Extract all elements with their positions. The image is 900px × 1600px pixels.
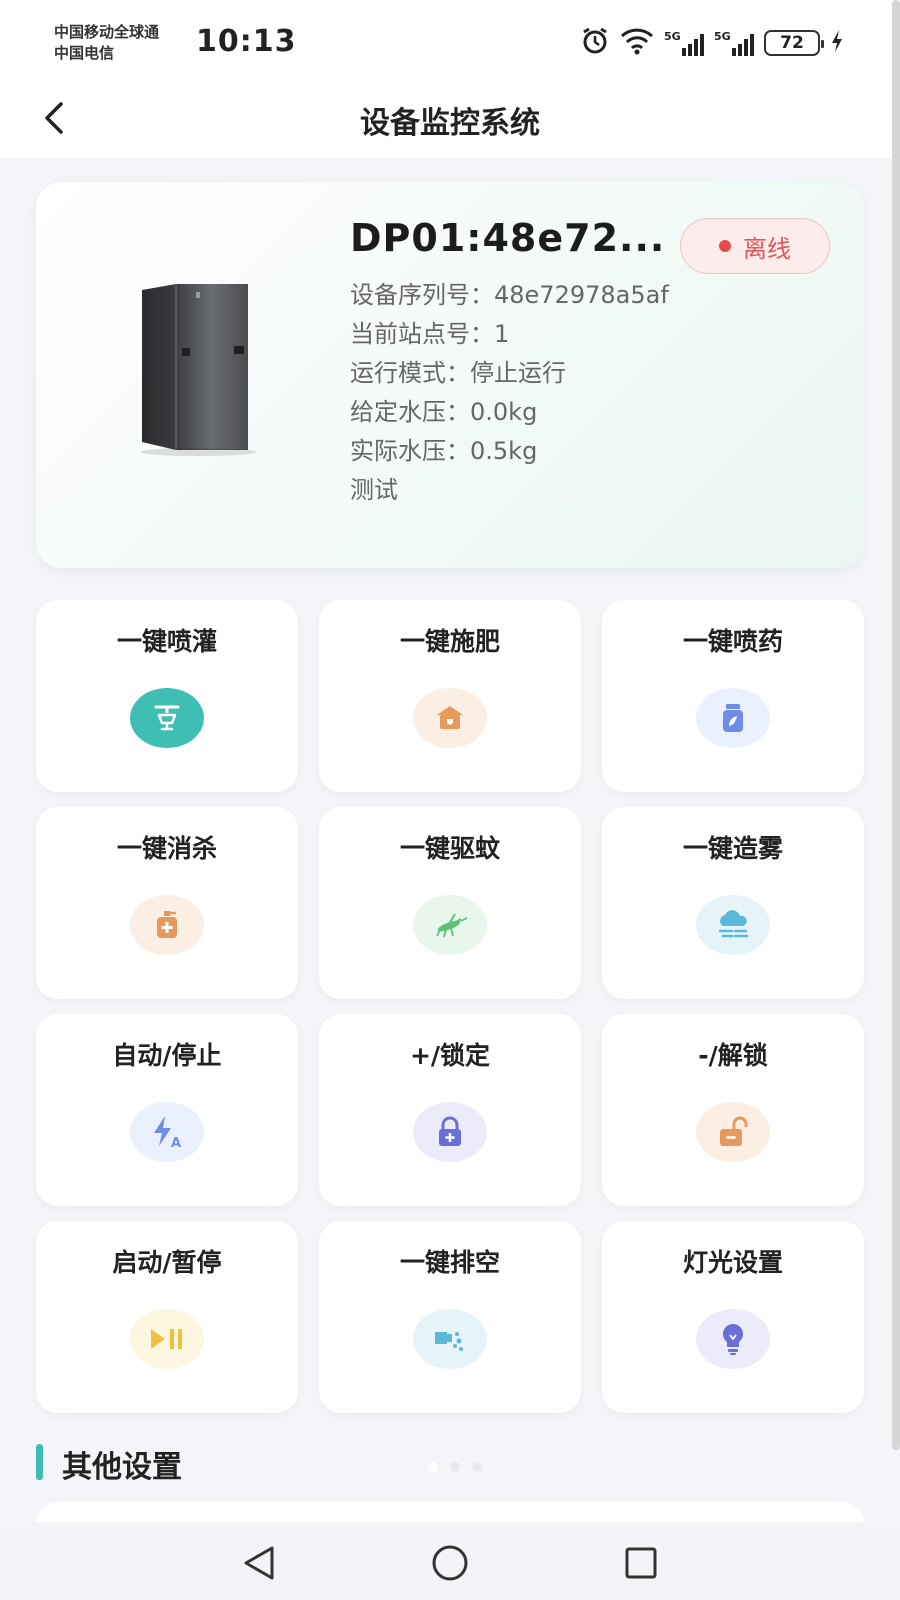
page-title: 设备监控系统 <box>360 106 540 141</box>
mosquito-repel-button[interactable]: 一键驱蚊 <box>319 807 581 999</box>
status-text: 离线 <box>743 234 791 263</box>
device-image <box>136 282 286 457</box>
info-set-pressure: 给定水压：0.0kg <box>350 398 538 426</box>
info-serial: 设备序列号：48e72978a5af <box>350 281 669 309</box>
minus-unlock-button[interactable]: -/解锁 <box>602 1014 864 1206</box>
spray-pesticide-button[interactable]: 一键喷药 <box>602 600 864 792</box>
charging-icon <box>830 29 844 57</box>
back-triangle-icon <box>244 1546 274 1580</box>
status-bar: 中国移动全球通 中国电信 10:13 5G 5G 72 <box>0 0 900 80</box>
plus-lock-button[interactable]: +/锁定 <box>319 1014 581 1206</box>
start-pause-button[interactable]: 启动/暂停 <box>36 1221 298 1413</box>
page-dot <box>428 1462 438 1472</box>
device-card[interactable]: DP01:48e72... 离线 设备序列号：48e72978a5af 当前站点… <box>36 182 864 568</box>
system-nav-bar <box>0 1522 900 1600</box>
signal-icon: 5G <box>664 30 704 56</box>
nav-recents-button[interactable] <box>618 1540 664 1586</box>
status-badge: 离线 <box>680 218 830 274</box>
section-accent-bar <box>36 1444 43 1480</box>
section-title: 其他设置 <box>62 1450 182 1485</box>
signal-icon: 5G <box>714 30 754 56</box>
status-dot <box>719 240 731 252</box>
light-settings-button[interactable]: 灯光设置 <box>602 1221 864 1413</box>
tile-label: 灯光设置 <box>682 1248 783 1277</box>
page-dot <box>450 1462 460 1472</box>
drain-icon <box>413 1309 487 1369</box>
fertilizer-icon <box>413 688 487 748</box>
svg-text:A: A <box>171 1136 181 1150</box>
home-circle-icon <box>432 1545 468 1581</box>
wifi-icon <box>620 27 654 59</box>
tile-label: 自动/停止 <box>112 1041 222 1070</box>
device-name: DP01:48e72... <box>350 216 666 260</box>
battery-icon: 72 <box>764 30 824 56</box>
info-actual-pressure: 实际水压：0.5kg <box>350 437 538 465</box>
fertilize-button[interactable]: 一键施肥 <box>319 600 581 792</box>
disinfect-icon <box>130 895 204 955</box>
nav-home-button[interactable] <box>427 1540 473 1586</box>
carrier-1: 中国移动全球通 <box>54 23 160 41</box>
app-header: 设备监控系统 <box>0 80 900 158</box>
clock: 10:13 <box>196 24 297 59</box>
tile-label: 一键消杀 <box>116 834 217 863</box>
light-bulb-icon <box>696 1309 770 1369</box>
unlock-icon <box>696 1102 770 1162</box>
page-dot <box>472 1462 482 1472</box>
carrier-info: 中国移动全球通 中国电信 <box>54 22 159 64</box>
info-mode: 运行模式：停止运行 <box>350 359 566 387</box>
auto-stop-button[interactable]: 自动/停止 A <box>36 1014 298 1206</box>
spray-irrigation-button[interactable]: 一键喷灌 <box>36 600 298 792</box>
sprinkler-icon <box>130 688 204 748</box>
page-indicator <box>428 1462 482 1472</box>
alarm-icon <box>580 26 610 60</box>
nav-back-button[interactable] <box>236 1540 282 1586</box>
tile-label: 一键喷灌 <box>116 627 217 656</box>
tile-label: 一键排空 <box>399 1248 500 1277</box>
tile-label: 一键喷药 <box>682 627 783 656</box>
mosquito-icon <box>413 895 487 955</box>
lock-icon <box>413 1102 487 1162</box>
disinfect-button[interactable]: 一键消杀 <box>36 807 298 999</box>
drain-button[interactable]: 一键排空 <box>319 1221 581 1413</box>
medicine-bottle-icon <box>696 688 770 748</box>
play-pause-icon <box>130 1309 204 1369</box>
tile-label: 一键驱蚊 <box>399 834 500 863</box>
fog-icon <box>696 895 770 955</box>
info-station: 当前站点号：1 <box>350 320 510 348</box>
tile-label: +/锁定 <box>409 1041 491 1070</box>
auto-icon: A <box>130 1102 204 1162</box>
tile-label: -/解锁 <box>698 1041 768 1070</box>
info-note: 测试 <box>350 476 398 504</box>
tile-label: 一键施肥 <box>399 627 500 656</box>
status-icons: 5G 5G 72 <box>580 26 844 60</box>
recents-square-icon <box>625 1547 657 1579</box>
make-fog-button[interactable]: 一键造雾 <box>602 807 864 999</box>
carrier-2: 中国电信 <box>54 44 115 62</box>
tile-label: 启动/暂停 <box>112 1248 222 1277</box>
tile-label: 一键造雾 <box>682 834 783 863</box>
device-info: 设备序列号：48e72978a5af 当前站点号：1 运行模式：停止运行 给定水… <box>350 276 669 510</box>
scrollbar[interactable] <box>892 0 900 1450</box>
